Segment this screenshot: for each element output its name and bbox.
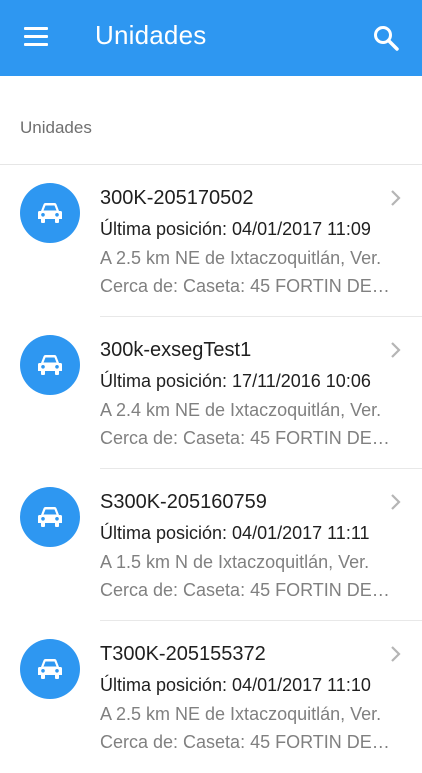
car-avatar [20,487,80,547]
unit-location: A 2.4 km NE de Ixtaczoquitlán, Ver. [100,400,382,420]
app-bar: Unidades [0,0,422,76]
unit-list-item[interactable]: S300K-205160759 Última posición: 04/01/2… [0,469,422,621]
unit-near: Cerca de: Caseta: 45 FORTIN DE LAS FLORE… [100,580,390,600]
section-header: Unidades [20,118,92,137]
unit-name: 300K-205170502 [100,187,254,209]
chevron-right-icon [391,494,401,510]
page-title: Unidades [95,20,207,50]
unit-list-item[interactable]: T300K-205155372 Última posición: 04/01/2… [0,621,422,773]
car-avatar [20,183,80,243]
unit-name: 300k-exsegTest1 [100,339,252,361]
car-avatar [20,335,80,395]
car-icon [38,355,62,375]
unit-name: S300K-205160759 [100,491,267,513]
unit-name: T300K-205155372 [100,643,266,665]
car-avatar [20,639,80,699]
menu-icon[interactable] [24,27,48,47]
unit-location: A 1.5 km N de Ixtaczoquitlán, Ver. [100,552,370,572]
unit-last-position: Última posición: 04/01/2017 11:11 [100,523,370,543]
car-icon [38,507,62,527]
car-icon [38,203,62,223]
unit-near: Cerca de: Caseta: 45 FORTIN DE LAS FLORE… [100,276,390,296]
unit-location: A 2.5 km NE de Ixtaczoquitlán, Ver. [100,704,382,724]
units-list: 300K-205170502 Última posición: 04/01/20… [0,165,422,773]
car-icon [38,659,62,679]
chevron-right-icon [391,342,401,358]
unit-near: Cerca de: Caseta: 45 FORTIN DE LAS FLORE… [100,428,390,448]
unit-location: A 2.5 km NE de Ixtaczoquitlán, Ver. [100,248,382,268]
search-icon[interactable] [372,24,400,52]
unit-last-position: Última posición: 04/01/2017 11:10 [100,675,371,695]
chevron-right-icon [391,646,401,662]
chevron-right-icon [391,190,401,206]
unit-last-position: Última posición: 04/01/2017 11:09 [100,219,371,239]
unit-last-position: Última posición: 17/11/2016 10:06 [100,371,371,391]
unit-list-item[interactable]: 300k-exsegTest1 Última posición: 17/11/2… [0,317,422,469]
unit-list-item[interactable]: 300K-205170502 Última posición: 04/01/20… [0,165,422,317]
